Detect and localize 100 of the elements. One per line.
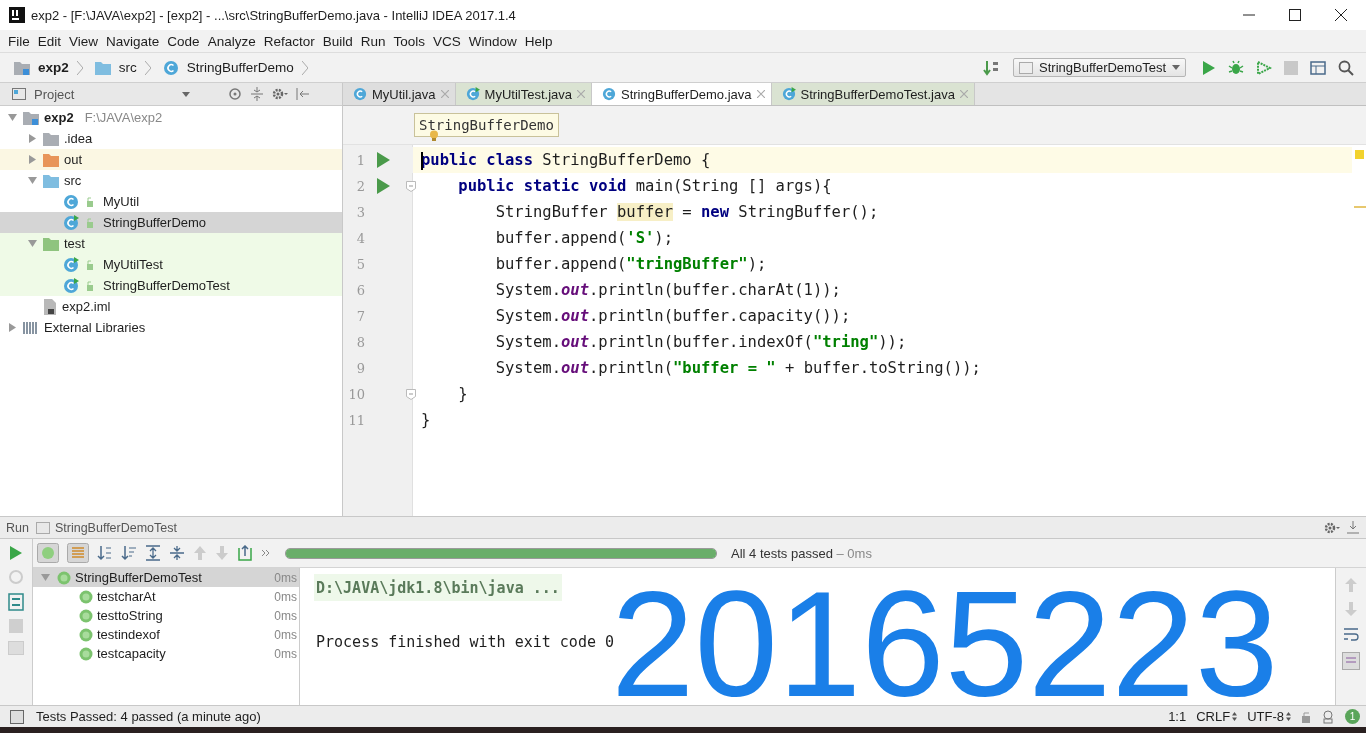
test-row[interactable]: testindexof 0ms	[33, 625, 299, 644]
tree-row[interactable]: exp2 F:\JAVA\exp2	[0, 107, 342, 128]
tree-row[interactable]: StringBufferDemoTest	[0, 275, 342, 296]
dropdown-caret-icon[interactable]	[182, 91, 191, 97]
test-row[interactable]: testcapacity 0ms	[33, 644, 299, 663]
structure-breadcrumb[interactable]: StringBufferDemo	[414, 113, 559, 137]
show-passed-icon[interactable]	[37, 543, 59, 563]
tree-row[interactable]: exp2.iml	[0, 296, 342, 317]
expand-arrow-icon[interactable]	[27, 134, 37, 143]
passed-icon	[79, 646, 93, 661]
locate-icon[interactable]	[228, 87, 243, 101]
code-line: }	[421, 411, 431, 429]
lock-icon[interactable]	[1301, 710, 1311, 723]
line-number: 3	[355, 204, 365, 220]
menu-item[interactable]: Code	[163, 33, 204, 49]
test-row[interactable]: testtoString 0ms	[33, 606, 299, 625]
tree-row[interactable]: .idea	[0, 128, 342, 149]
run-gutter-icon[interactable]	[377, 152, 390, 168]
tree-label: exp2.iml	[62, 299, 111, 314]
tree-row[interactable]: External Libraries	[0, 317, 342, 338]
expand-all-icon[interactable]	[145, 545, 161, 561]
soft-wrap-icon[interactable]	[1343, 626, 1359, 642]
maximize-icon[interactable]	[1289, 9, 1301, 21]
breadcrumb[interactable]: StringBufferDemo	[186, 60, 294, 75]
tree-row[interactable]: src	[0, 170, 342, 191]
menu-item[interactable]: View	[65, 33, 103, 49]
collapse-all-icon[interactable]	[169, 545, 185, 561]
fold-marker-icon[interactable]	[406, 388, 416, 400]
coverage-icon[interactable]	[1256, 59, 1272, 76]
test-name: testtoString	[97, 608, 164, 623]
line-separator[interactable]: CRLF	[1196, 709, 1238, 724]
expand-arrow-icon[interactable]	[27, 176, 37, 185]
editor-tab[interactable]: MyUtil.java	[343, 83, 456, 105]
editor-tab[interactable]: MyUtilTest.java	[455, 83, 592, 105]
expand-arrow-icon[interactable]	[27, 155, 37, 164]
menu-item[interactable]: Build	[318, 33, 357, 49]
class-icon	[353, 87, 367, 101]
menu-item[interactable]: Analyze	[203, 33, 260, 49]
test-summary: All 4 tests passed – 0ms	[731, 545, 872, 561]
breadcrumb[interactable]: exp2	[38, 60, 69, 75]
menu-item[interactable]: Help	[520, 33, 557, 49]
settings-icon[interactable]	[1323, 520, 1341, 535]
hide-icon[interactable]	[296, 87, 311, 101]
run-icon[interactable]	[1202, 59, 1216, 76]
toggle-autotest-icon[interactable]	[8, 593, 24, 611]
export-icon[interactable]	[237, 545, 253, 561]
menu-item[interactable]: Navigate	[102, 33, 164, 49]
menu-item[interactable]: Tools	[389, 33, 429, 49]
hide-icon[interactable]	[1346, 520, 1360, 535]
bug-icon[interactable]	[1228, 59, 1244, 76]
menu-item[interactable]: Window	[464, 33, 521, 49]
menu-item[interactable]: VCS	[429, 33, 465, 49]
menu-item[interactable]: Edit	[33, 33, 66, 49]
close-icon[interactable]	[1335, 9, 1347, 21]
access-icon	[86, 217, 94, 228]
expand-arrow-icon[interactable]	[7, 323, 17, 332]
file-encoding[interactable]: UTF-8	[1247, 709, 1291, 724]
tool-window-title: Run	[6, 520, 29, 535]
up-arrow-icon	[1345, 578, 1357, 592]
sort-by-duration-icon[interactable]	[121, 545, 137, 561]
code-line: System.out.println("buffer = " + buffer.toString());	[494, 359, 981, 377]
show-ignored-icon[interactable]	[67, 543, 89, 563]
tree-row[interactable]: out	[0, 149, 342, 170]
expand-arrow-icon[interactable]	[7, 113, 17, 122]
settings-icon[interactable]	[272, 87, 289, 101]
editor-tab[interactable]: StringBufferDemoTest.java	[771, 83, 975, 105]
folder-icon	[23, 110, 39, 125]
passed-icon	[79, 627, 93, 642]
status-message: Tests Passed: 4 passed (a minute ago)	[36, 709, 261, 724]
run-config-name[interactable]: StringBufferDemoTest	[54, 520, 177, 535]
editor-tab[interactable]: StringBufferDemo.java	[592, 83, 772, 105]
inspector-icon[interactable]	[1321, 709, 1335, 724]
tree-row[interactable]: MyUtil	[0, 191, 342, 212]
caret-position[interactable]: 1:1	[1168, 709, 1187, 724]
code-line: StringBuffer buffer = new StringBuffer();	[494, 203, 879, 221]
run-gutter-icon[interactable]	[377, 178, 390, 194]
expand-arrow-icon[interactable]	[40, 573, 50, 582]
more-icon[interactable]	[261, 548, 271, 558]
test-row[interactable]: testcharAt 0ms	[33, 587, 299, 606]
test-row[interactable]: StringBufferDemoTest 0ms	[33, 568, 299, 587]
build-icon[interactable]	[983, 59, 1000, 76]
rerun-icon[interactable]	[9, 545, 23, 561]
menu-item[interactable]: Refactor	[259, 33, 319, 49]
sort-alphabetically-icon[interactable]	[97, 545, 113, 561]
run-config-dropdown[interactable]: StringBufferDemoTest	[1013, 58, 1186, 77]
scroll-to-end-icon[interactable]	[1342, 652, 1360, 670]
tree-row[interactable]: StringBufferDemo	[0, 212, 342, 233]
tree-row[interactable]: MyUtilTest	[0, 254, 342, 275]
line-number: 2	[355, 178, 365, 194]
menu-item[interactable]: Run	[356, 33, 390, 49]
breadcrumb[interactable]: src	[118, 60, 137, 75]
expand-arrow-icon[interactable]	[27, 239, 37, 248]
tree-label: External Libraries	[44, 320, 146, 335]
fold-marker-icon[interactable]	[406, 180, 416, 192]
class-icon	[162, 59, 179, 76]
menu-item[interactable]: File	[4, 33, 34, 49]
tree-row[interactable]: test	[0, 233, 342, 254]
collapse-icon[interactable]	[250, 87, 265, 101]
search-icon[interactable]	[1338, 59, 1354, 76]
project-structure-icon[interactable]	[1310, 59, 1326, 76]
